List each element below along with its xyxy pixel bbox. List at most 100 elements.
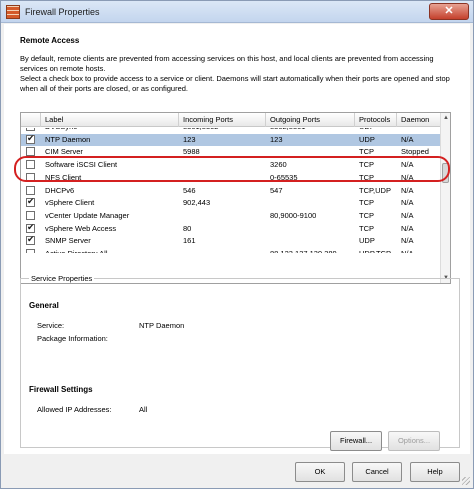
row-checkbox[interactable] bbox=[26, 128, 35, 131]
table-row[interactable]: vSphere Client 902,443 TCP N/A bbox=[21, 196, 441, 209]
help-button[interactable]: Help bbox=[410, 462, 460, 482]
checkbox-column-header[interactable] bbox=[21, 113, 41, 127]
cell-daemon: N/A bbox=[401, 223, 414, 233]
row-checkbox[interactable] bbox=[26, 185, 35, 195]
cell-protocols: TCP,UDP bbox=[359, 185, 391, 195]
row-checkbox[interactable] bbox=[26, 147, 35, 157]
cell-protocols: TCP bbox=[359, 223, 374, 233]
service-value: NTP Daemon bbox=[139, 321, 185, 330]
cell-daemon: Stopped bbox=[401, 147, 429, 157]
column-header-outgoing-ports[interactable]: Outgoing Ports bbox=[266, 113, 355, 127]
window-title: Firewall Properties bbox=[25, 7, 100, 17]
cell-daemon: N/A bbox=[401, 210, 414, 220]
cell-incoming-ports: 80 bbox=[183, 223, 192, 233]
cell-label: vSphere Client bbox=[45, 198, 95, 208]
table-row[interactable]: Active Directory All 88,123,137,139,389 UD… bbox=[21, 248, 441, 258]
cell-incoming-ports: 546 bbox=[183, 185, 196, 195]
row-checkbox[interactable] bbox=[26, 172, 35, 182]
row-checkbox[interactable] bbox=[26, 222, 35, 233]
cell-outgoing-ports: 88,123,137,139,389 bbox=[270, 249, 337, 258]
firewall-button[interactable]: Firewall... bbox=[330, 431, 382, 451]
remote-access-title: Remote Access bbox=[20, 36, 80, 45]
row-checkbox[interactable] bbox=[26, 133, 35, 144]
cell-incoming-ports: 8301,8302 bbox=[179, 128, 266, 133]
service-label: Service: bbox=[37, 321, 65, 330]
cell-protocols: UDP,TCP bbox=[359, 249, 391, 258]
cell-outgoing-ports: 3260 bbox=[270, 160, 287, 170]
service-properties-group: Service Properties General Service: NTP … bbox=[20, 274, 460, 451]
cell-protocols: TCP bbox=[359, 210, 374, 220]
firewall-settings-title: Firewall Settings bbox=[29, 385, 93, 394]
table-row[interactable]: vCenter Update Manager 80,9000-9100 TCP N/A bbox=[21, 210, 441, 222]
firewall-icon bbox=[6, 5, 20, 19]
table-row[interactable]: SNMP Server 161 UDP N/A bbox=[21, 234, 441, 247]
row-checkbox[interactable] bbox=[26, 210, 35, 220]
cell-incoming-ports bbox=[179, 159, 266, 171]
remote-access-description: By default, remote clients are prevented… bbox=[20, 54, 434, 73]
cell-label: DHCPv6 bbox=[45, 185, 75, 195]
ok-button[interactable]: OK bbox=[295, 462, 345, 482]
cell-outgoing-ports: 80,9000-9100 bbox=[270, 210, 317, 220]
row-checkbox[interactable] bbox=[26, 249, 35, 253]
table-row[interactable]: vSphere Web Access 80 TCP N/A bbox=[21, 222, 441, 235]
cell-protocols: UDP bbox=[359, 134, 375, 144]
cell-daemon: N/A bbox=[401, 236, 414, 246]
cell-incoming-ports bbox=[179, 172, 266, 184]
cell-daemon: N/A bbox=[401, 172, 414, 182]
cell-outgoing-ports bbox=[266, 146, 355, 158]
column-header-protocols[interactable]: Protocols bbox=[355, 113, 397, 127]
cell-protocols: UDP bbox=[355, 128, 397, 133]
table-row[interactable]: NFS Client 0-65535 TCP N/A bbox=[21, 172, 441, 184]
remote-access-instructions: Select a check box to provide access to … bbox=[20, 74, 450, 93]
services-table: Label Incoming Ports Outgoing Ports Prot… bbox=[20, 112, 451, 284]
firewall-properties-window: Firewall Properties ✕ Remote Access By d… bbox=[0, 0, 474, 489]
cell-protocols: TCP bbox=[359, 147, 374, 157]
column-header-incoming-ports[interactable]: Incoming Ports bbox=[179, 113, 266, 127]
cell-label: Software iSCSI Client bbox=[45, 160, 118, 170]
cell-outgoing-ports bbox=[266, 235, 355, 247]
cell-protocols: TCP bbox=[359, 172, 374, 182]
cell-daemon: N/A bbox=[401, 198, 414, 208]
close-button[interactable]: ✕ bbox=[429, 3, 469, 20]
cell-daemon: N/A bbox=[401, 160, 414, 170]
row-checkbox[interactable] bbox=[26, 196, 35, 208]
scroll-up-arrow-icon[interactable]: ▲ bbox=[442, 113, 450, 123]
row-checkbox[interactable] bbox=[26, 160, 35, 170]
table-row[interactable]: Software iSCSI Client 3260 TCP N/A bbox=[21, 159, 441, 171]
package-information-label: Package Information: bbox=[37, 334, 108, 343]
service-properties-legend: Service Properties bbox=[29, 274, 95, 283]
cell-daemon: N/A bbox=[401, 134, 414, 144]
cell-label: vCenter Update Manager bbox=[45, 210, 130, 220]
cell-outgoing-ports: 8302,8301 bbox=[266, 128, 355, 133]
table-row[interactable]: CIM Server 5988 TCP Stopped bbox=[21, 146, 441, 158]
allowed-ip-addresses-value: All bbox=[139, 405, 148, 414]
cell-incoming-ports: 902,443 bbox=[183, 198, 211, 208]
cell-label: NTP Daemon bbox=[45, 134, 91, 144]
table-row[interactable]: NTP Daemon 123 123 UDP N/A bbox=[21, 133, 441, 146]
cell-outgoing-ports bbox=[266, 223, 355, 235]
cell-outgoing-ports: 547 bbox=[270, 185, 283, 195]
resize-grip-icon[interactable] bbox=[462, 477, 470, 485]
row-checkbox[interactable] bbox=[26, 234, 35, 246]
cancel-button[interactable]: Cancel bbox=[352, 462, 402, 482]
cell-incoming-ports: 161 bbox=[183, 236, 196, 246]
cell-incoming-ports: 5988 bbox=[183, 147, 200, 157]
column-header-label[interactable]: Label bbox=[41, 113, 179, 127]
column-header-daemon[interactable]: Daemon bbox=[397, 113, 441, 127]
cell-protocols: TCP bbox=[359, 198, 374, 208]
scrollbar-thumb[interactable] bbox=[442, 163, 449, 183]
cell-protocols: TCP bbox=[359, 160, 374, 170]
cell-outgoing-ports bbox=[266, 197, 355, 209]
cell-label: CIM Server bbox=[45, 147, 83, 157]
table-row[interactable]: DHCPv6 546 547 TCP,UDP N/A bbox=[21, 185, 441, 197]
table-vertical-scrollbar[interactable]: ▲ ▼ bbox=[440, 113, 450, 283]
cell-label: vSphere Web Access bbox=[45, 223, 117, 233]
cell-incoming-ports bbox=[179, 248, 266, 253]
cell-incoming-ports bbox=[179, 210, 266, 222]
dialog-content: Remote Access By default, remote clients… bbox=[4, 24, 470, 454]
cell-outgoing-ports: 123 bbox=[270, 134, 283, 144]
options-button[interactable]: Options... bbox=[388, 431, 440, 451]
table-row[interactable]: DVSSync8301,83028302,8301UDP bbox=[21, 128, 441, 133]
cell-protocols: UDP bbox=[359, 236, 375, 246]
cell-outgoing-ports: 0-65535 bbox=[270, 172, 298, 182]
